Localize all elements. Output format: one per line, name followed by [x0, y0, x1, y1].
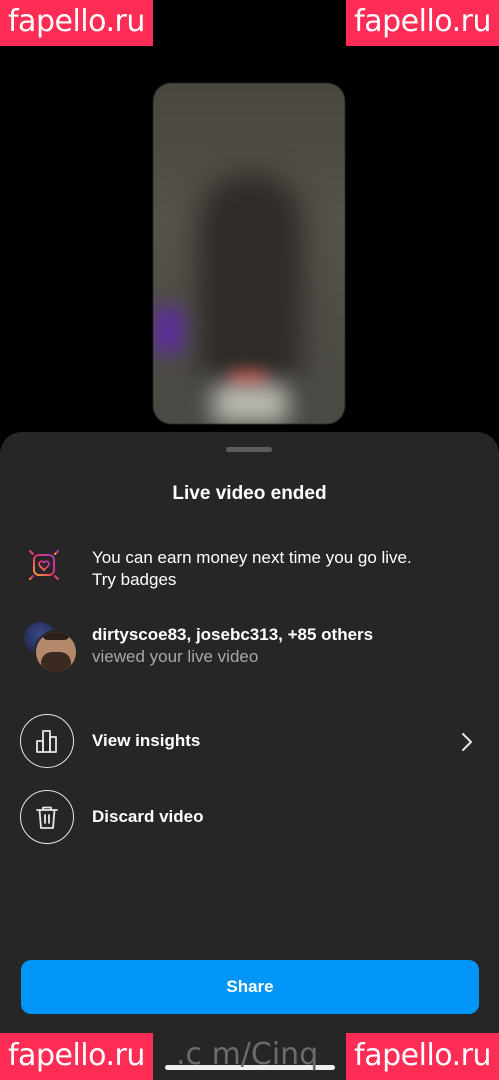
watermark-url: .c m/Cinq: [176, 1037, 319, 1072]
watermark-bottom-left: fapello.ru: [0, 1033, 153, 1080]
badges-line-1: You can earn money next time you go live…: [92, 548, 412, 567]
insights-icon-circle: [20, 714, 74, 768]
watermark-top-right: fapello.ru: [346, 0, 499, 46]
watermark-top-left: fapello.ru: [0, 0, 153, 46]
avatar: [34, 630, 78, 674]
discard-video-label: Discard video: [92, 807, 204, 826]
share-button[interactable]: Share: [21, 960, 479, 1014]
viewers-caption: viewed your live video: [92, 647, 259, 666]
discard-video-row[interactable]: Discard video: [0, 790, 499, 844]
badges-line-2: Try badges: [92, 570, 177, 589]
badges-text: You can earn money next time you go live…: [92, 547, 412, 591]
viewers-names: dirtyscoe83, josebc313, +85 others: [92, 625, 374, 644]
discard-icon-circle: [20, 790, 74, 844]
watermark-bottom-right: fapello.ru: [346, 1033, 499, 1080]
view-insights-label: View insights: [92, 731, 201, 750]
live-video-preview[interactable]: [153, 83, 345, 424]
trash-icon: [36, 806, 58, 829]
live-ended-sheet: Live video ended You can earn money next…: [0, 432, 499, 1080]
viewers-text: dirtyscoe83, josebc313, +85 others viewe…: [92, 624, 373, 668]
viewer-avatars: [22, 620, 78, 674]
sheet-title: Live video ended: [172, 483, 327, 504]
chevron-right-icon: [462, 733, 472, 751]
heart-badge-icon: [23, 544, 65, 586]
bar-chart-icon: [36, 730, 57, 753]
sheet-drag-handle[interactable]: [226, 447, 272, 452]
view-insights-row[interactable]: View insights: [0, 714, 499, 768]
